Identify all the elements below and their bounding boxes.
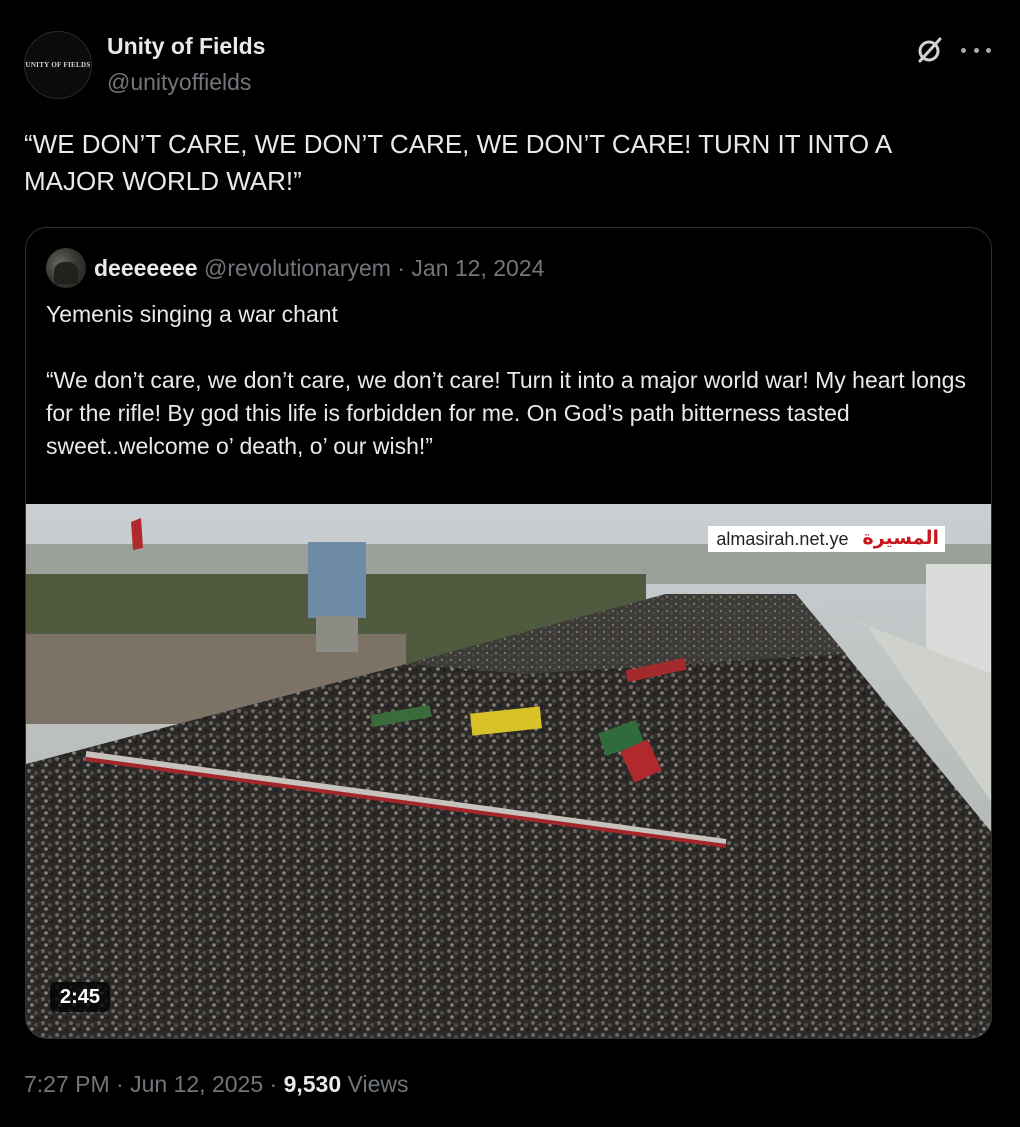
quoted-author-avatar[interactable] — [46, 248, 86, 288]
meta-separator-2: · — [269, 1071, 278, 1097]
video-player[interactable]: almasirah.net.ye المسيرة 2:45 — [26, 504, 991, 1038]
views-label: Views — [347, 1071, 409, 1097]
tweet-date[interactable]: Jun 12, 2025 — [130, 1071, 263, 1097]
more-icon[interactable] — [961, 38, 991, 62]
tweet-text: “WE DON’T CARE, WE DON’T CARE, WE DON’T … — [24, 129, 898, 196]
quoted-handle[interactable]: @revolutionaryem — [204, 255, 391, 281]
author-avatar[interactable]: UNITY OF FIELDS — [24, 31, 92, 99]
author-display-name[interactable]: Unity of Fields — [107, 33, 265, 60]
quoted-text: Yemenis singing a war chant “We don’t ca… — [46, 301, 966, 459]
views-count: 9,530 — [283, 1071, 342, 1097]
video-duration: 2:45 — [50, 982, 111, 1012]
tweet-meta: 7:27 PM · Jun 12, 2025 · 9,530 Views — [24, 1071, 408, 1098]
quoted-tweet[interactable]: deeeeeee @revolutionaryem · Jan 12, 2024… — [25, 227, 992, 1039]
quoted-date[interactable]: Jan 12, 2024 — [411, 255, 544, 281]
video-watermark: almasirah.net.ye المسيرة — [708, 526, 945, 552]
tweet-time[interactable]: 7:27 PM — [24, 1071, 110, 1097]
meta-separator-1: · — [116, 1071, 124, 1097]
quoted-header: deeeeeee @revolutionaryem · Jan 12, 2024 — [94, 255, 544, 282]
watermark-logo: المسيرة — [856, 526, 945, 552]
watermark-site: almasirah.net.ye — [708, 526, 857, 552]
tweet: UNITY OF FIELDS Unity of Fields @unityof… — [0, 0, 1020, 1127]
video-thumbnail — [26, 504, 991, 1038]
author-handle[interactable]: @unityoffields — [107, 69, 251, 96]
avatar-text: UNITY OF FIELDS — [25, 61, 91, 69]
quoted-display-name[interactable]: deeeeeee — [94, 255, 198, 281]
quoted-separator: · — [397, 255, 406, 281]
grok-icon[interactable] — [914, 34, 946, 66]
